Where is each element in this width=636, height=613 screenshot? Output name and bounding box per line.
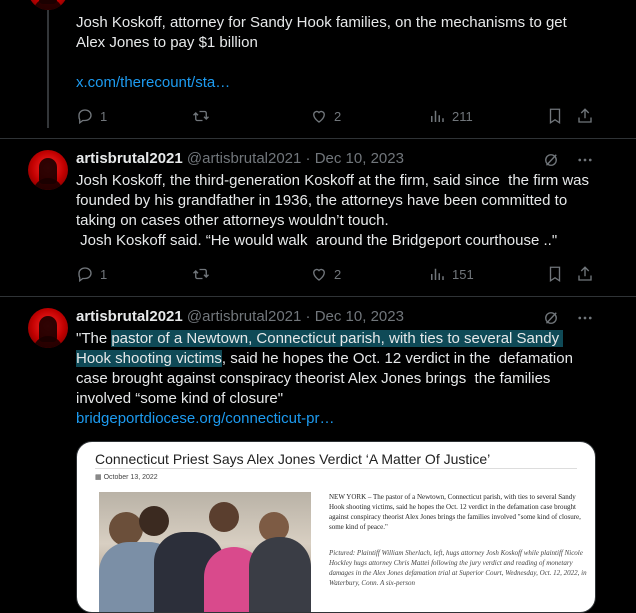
display-name[interactable]: artisbrutal2021 xyxy=(76,150,183,167)
bookmark-button[interactable] xyxy=(546,107,564,125)
like-icon xyxy=(313,268,325,281)
bookmark-icon xyxy=(549,108,561,125)
retweet-icon xyxy=(193,110,209,122)
tweet-link[interactable]: bridgeportdiocese.org/connecticut-pr… xyxy=(76,409,596,429)
share-button[interactable] xyxy=(576,265,594,283)
reply-icon xyxy=(78,109,92,125)
more-icon[interactable] xyxy=(576,151,594,169)
bookmark-button[interactable] xyxy=(546,265,564,283)
avatar[interactable] xyxy=(28,0,68,10)
view-count: 211 xyxy=(452,108,473,124)
tweet-actions: 1 2 151 xyxy=(76,265,596,285)
bookmark-icon xyxy=(549,266,561,283)
user-handle[interactable]: @artisbrutal2021 xyxy=(187,308,301,325)
calendar-icon: ▦ xyxy=(95,474,102,481)
share-icon xyxy=(578,108,592,123)
separator: · xyxy=(305,150,311,167)
views-button[interactable]: 151 xyxy=(428,265,474,283)
like-button[interactable]: 2 xyxy=(310,107,341,125)
tweet-text: Josh Koskoff, attorney for Sandy Hook fa… xyxy=(76,14,567,31)
view-count: 151 xyxy=(452,266,474,282)
share-button[interactable] xyxy=(576,107,594,125)
reply-count: 1 xyxy=(100,108,108,124)
views-button[interactable]: 211 xyxy=(428,107,473,125)
reply-button[interactable]: 1 xyxy=(76,265,107,283)
avatar[interactable] xyxy=(28,150,68,190)
divider xyxy=(0,138,636,139)
tweet-header: artisbrutal2021 @artisbrutal2021 · Dec 1… xyxy=(76,307,404,327)
card-body: NEW YORK – The pastor of a Newtown, Conn… xyxy=(329,493,581,531)
tweet-text: "The pastor of a Newtown, Connecticut pa… xyxy=(76,330,578,407)
separator: · xyxy=(305,308,311,325)
grok-icon[interactable] xyxy=(542,309,560,327)
tweet-date[interactable]: Dec 10, 2023 xyxy=(315,150,404,167)
reply-count: 1 xyxy=(100,266,108,282)
grok-icon[interactable] xyxy=(542,151,560,169)
retweet-button[interactable] xyxy=(192,265,210,283)
divider xyxy=(0,296,636,297)
retweet-button[interactable] xyxy=(192,107,210,125)
display-name[interactable]: artisbrutal2021 xyxy=(76,308,183,325)
user-handle[interactable]: @artisbrutal2021 xyxy=(187,150,301,167)
more-icon[interactable] xyxy=(576,309,594,327)
like-button[interactable]: 2 xyxy=(310,265,341,283)
tweet-text-line: Alex Jones to pay $1 billion xyxy=(76,34,258,51)
tweet-header: artisbrutal2021 @artisbrutal2021 · Dec 1… xyxy=(76,149,404,169)
header-icons xyxy=(542,309,594,327)
tweet-actions: 1 2 211 xyxy=(76,107,596,127)
card-date: ▦ October 13, 2022 xyxy=(95,474,158,481)
like-count: 2 xyxy=(334,266,342,282)
thread-line xyxy=(47,0,49,128)
tweet-date[interactable]: Dec 10, 2023 xyxy=(315,308,404,325)
share-icon xyxy=(578,266,592,281)
card-caption: Pictured: Plaintiff William Sherlach, le… xyxy=(329,549,587,587)
reply-button[interactable]: 1 xyxy=(76,107,107,125)
retweet-icon xyxy=(193,268,209,280)
tweet-link[interactable]: x.com/therecount/sta… xyxy=(76,73,596,93)
reply-icon xyxy=(78,267,92,283)
views-icon xyxy=(431,110,444,122)
views-icon xyxy=(431,268,444,280)
link-preview-card[interactable]: Connecticut Priest Says Alex Jones Verdi… xyxy=(76,441,596,613)
card-title: Connecticut Priest Says Alex Jones Verdi… xyxy=(95,451,491,467)
avatar[interactable] xyxy=(28,308,68,348)
like-count: 2 xyxy=(334,108,342,124)
like-icon xyxy=(313,110,325,123)
tweet-text: Josh Koskoff, the third-generation Kosko… xyxy=(76,172,590,249)
card-divider xyxy=(95,468,577,469)
header-icons xyxy=(542,151,594,169)
